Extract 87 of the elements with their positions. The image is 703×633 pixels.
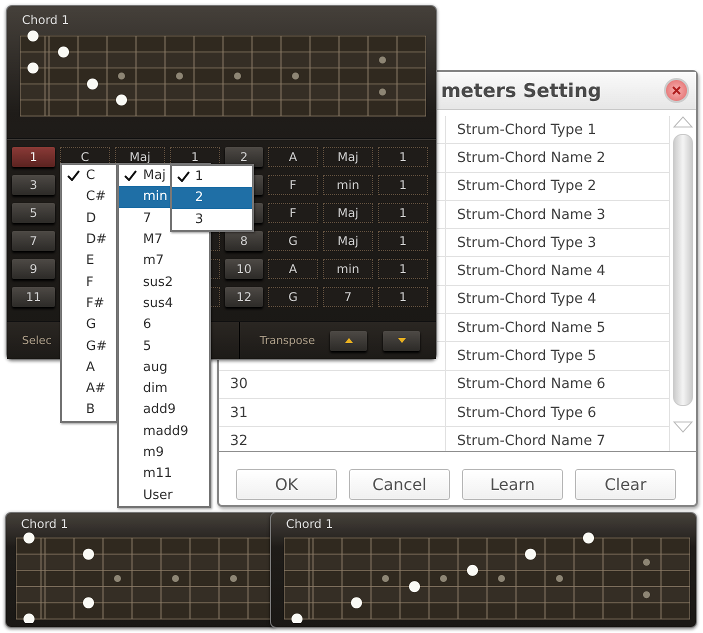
scrollbar-thumb[interactable]: [673, 134, 693, 406]
dialog-title: meters Setting: [441, 80, 602, 102]
menu-item[interactable]: 1: [172, 166, 252, 188]
menu-item[interactable]: C#: [62, 186, 116, 208]
root-select[interactable]: G: [268, 287, 318, 307]
root-select[interactable]: A: [268, 147, 318, 167]
dialog-button[interactable]: OK: [236, 469, 337, 500]
menu-item[interactable]: D#: [62, 228, 116, 250]
down-arrow-icon: [398, 338, 406, 343]
type-select[interactable]: Maj: [323, 231, 373, 251]
chord-slot-button[interactable]: 12: [225, 287, 263, 307]
root-select[interactable]: A: [268, 259, 318, 279]
type-select[interactable]: 7: [323, 287, 373, 307]
menu-item[interactable]: 6: [119, 314, 209, 336]
table-cell: Strum-Chord Type 1: [446, 116, 670, 144]
chord-slot-button[interactable]: 8: [225, 231, 263, 251]
window-title: Chord 1: [21, 517, 68, 533]
table-cell: 31: [219, 398, 446, 426]
menu-item[interactable]: D: [62, 208, 116, 229]
menu-item[interactable]: m7: [119, 250, 209, 272]
type-select[interactable]: min: [323, 259, 373, 279]
table-cell: Strum-Chord Type 4: [446, 286, 670, 314]
menu-item[interactable]: User: [119, 484, 209, 506]
type-select[interactable]: Maj: [323, 147, 373, 167]
menu-item[interactable]: m9: [119, 442, 209, 464]
menu-item[interactable]: sus2: [119, 271, 209, 293]
chord-slot-button[interactable]: 1: [12, 147, 55, 167]
dialog-button[interactable]: Learn: [462, 469, 563, 500]
table-cell: Strum-Chord Name 6: [446, 370, 670, 398]
transpose-label: Transpose: [260, 334, 315, 347]
dialog-button[interactable]: Cancel: [349, 469, 450, 500]
variant-select[interactable]: 1: [378, 175, 428, 195]
variant-select[interactable]: 1: [378, 287, 428, 307]
menu-item[interactable]: m11: [119, 463, 209, 484]
variant-select[interactable]: 1: [378, 259, 428, 279]
type-select[interactable]: min: [323, 175, 373, 195]
window-title: Chord 1: [286, 517, 334, 533]
menu-item[interactable]: aug: [119, 356, 209, 378]
dialog-button[interactable]: Clear: [575, 469, 676, 500]
up-arrow-icon: [344, 338, 352, 343]
menu-item[interactable]: C: [62, 165, 116, 186]
menu-item[interactable]: add9: [119, 399, 209, 421]
menu-item[interactable]: G#: [62, 335, 116, 357]
variant-select[interactable]: 1: [378, 203, 428, 223]
variant-select[interactable]: 1: [378, 231, 428, 251]
menu-item[interactable]: E: [62, 250, 116, 272]
menu-item[interactable]: M7: [119, 228, 209, 250]
menu-item[interactable]: 5: [119, 335, 209, 357]
menu-item[interactable]: F#: [62, 292, 116, 314]
transpose-down-button[interactable]: [383, 330, 420, 350]
close-icon: [672, 86, 681, 95]
type-select[interactable]: Maj: [323, 203, 373, 223]
chord-slot-button[interactable]: 11: [12, 287, 55, 307]
root-select[interactable]: G: [268, 231, 318, 251]
table-cell: Strum-Chord Name 3: [446, 200, 670, 228]
root-select[interactable]: F: [268, 175, 318, 195]
chord-slot-button[interactable]: 5: [12, 203, 55, 223]
table-cell: Strum-Chord Type 6: [446, 398, 670, 426]
transpose-up-button[interactable]: [330, 330, 367, 350]
variant-select[interactable]: 1: [378, 147, 428, 167]
menu-item[interactable]: madd9: [119, 420, 209, 442]
table-cell: Strum-Chord Name 2: [446, 144, 670, 172]
table-cell: 30: [219, 370, 446, 398]
table-cell: Strum-Chord Type 2: [446, 172, 670, 200]
menu-item[interactable]: 2: [172, 187, 252, 209]
menu-item[interactable]: 3: [172, 208, 252, 230]
chord-slot-button[interactable]: 10: [225, 259, 263, 279]
chord-slot-button[interactable]: 9: [12, 259, 55, 279]
menu-item[interactable]: F: [62, 271, 116, 293]
table-cell: Strum-Chord Name 7: [446, 427, 670, 451]
table-cell: 32: [219, 427, 446, 451]
select-label: Selec: [22, 334, 52, 347]
table-cell: Strum-Chord Name 5: [446, 314, 670, 342]
table-cell: Strum-Chord Type 3: [446, 229, 670, 256]
table-cell: Strum-Chord Name 4: [446, 257, 670, 285]
menu-item[interactable]: sus4: [119, 292, 209, 314]
menu-item[interactable]: A#: [62, 378, 116, 400]
window-title: Chord 1: [22, 13, 70, 29]
close-button[interactable]: [664, 78, 689, 103]
menu-item[interactable]: dim: [119, 378, 209, 400]
table-cell: Strum-Chord Type 5: [446, 342, 670, 370]
chord-slot-button[interactable]: 7: [12, 231, 55, 251]
menu-item[interactable]: B: [62, 399, 116, 421]
menu-item[interactable]: G: [62, 314, 116, 336]
root-select[interactable]: F: [268, 203, 318, 223]
menu-item[interactable]: A: [62, 356, 116, 378]
chord-slot-button[interactable]: 3: [12, 175, 55, 195]
